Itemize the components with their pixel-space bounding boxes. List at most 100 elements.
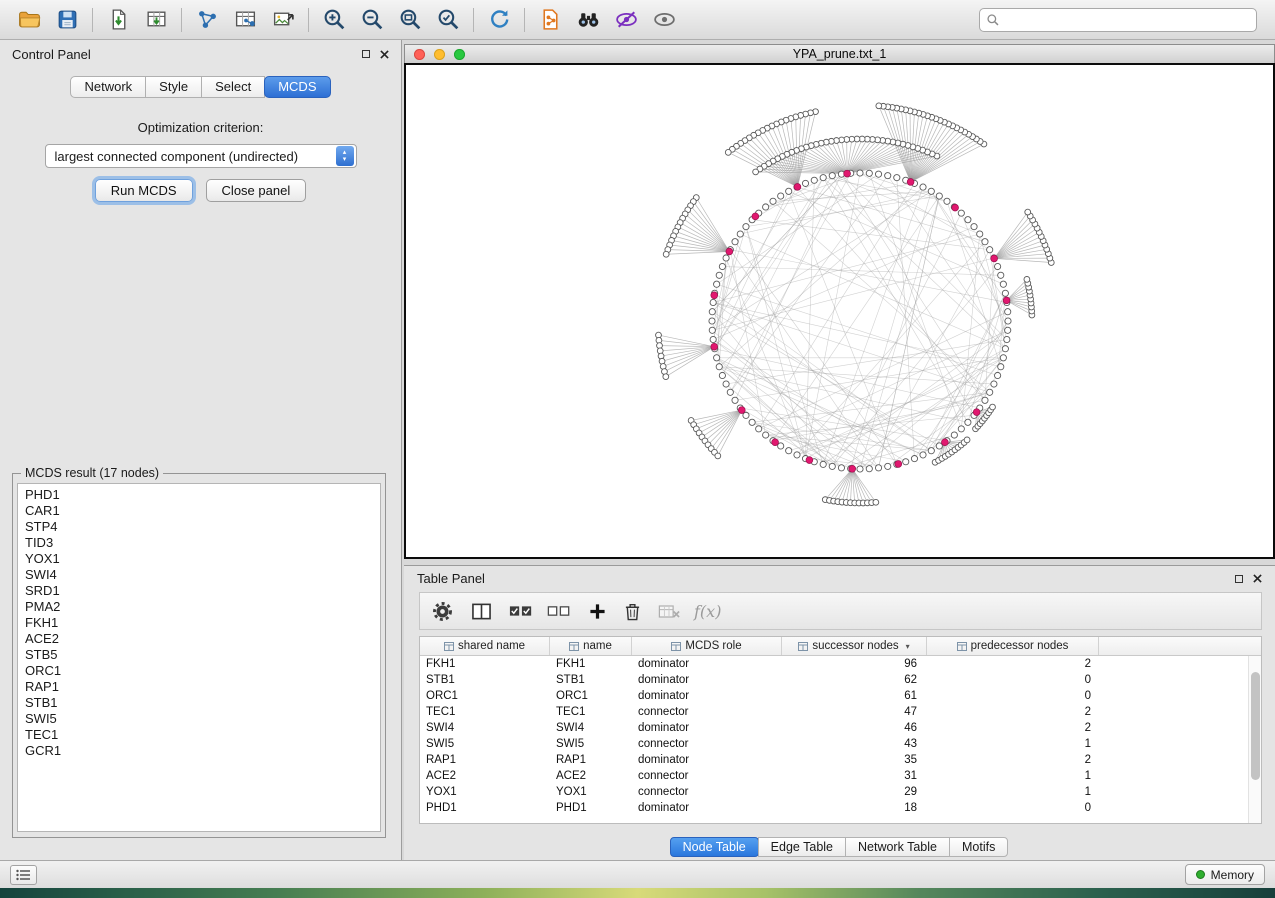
mcds-result-item[interactable]: GCR1 <box>18 743 380 759</box>
table-cell: dominator <box>632 752 782 768</box>
table-row[interactable]: RAP1RAP1dominator352 <box>420 752 1261 768</box>
criterion-value: largest connected component (undirected) <box>55 149 299 164</box>
import-network-database-button[interactable] <box>531 4 569 36</box>
close-panel-icon[interactable] <box>380 50 389 59</box>
hide-details-button[interactable] <box>607 4 645 36</box>
table-row[interactable]: STB1STB1dominator620 <box>420 672 1261 688</box>
close-table-panel-icon[interactable] <box>1253 574 1262 583</box>
column-header-filler <box>1099 637 1261 655</box>
find-button[interactable] <box>569 4 607 36</box>
table-panel-tabs: Node Table Edge Table Network Table Moti… <box>404 837 1275 857</box>
mcds-result-item[interactable]: PHD1 <box>18 487 380 503</box>
table-cell: ACE2 <box>550 768 632 784</box>
run-mcds-button[interactable]: Run MCDS <box>95 179 193 202</box>
table-row[interactable]: SWI4SWI4dominator462 <box>420 720 1261 736</box>
column-header-predecessor-nodes[interactable]: predecessor nodes <box>927 637 1099 655</box>
import-network-from-file-button[interactable] <box>99 4 137 36</box>
mcds-result-item[interactable]: SRD1 <box>18 583 380 599</box>
deselect-all-button[interactable] <box>547 605 571 617</box>
tab-node-table[interactable]: Node Table <box>670 837 759 857</box>
mcds-result-item[interactable]: SWI5 <box>18 711 380 727</box>
float-panel-button[interactable] <box>362 50 370 58</box>
mcds-result-item[interactable]: ACE2 <box>18 631 380 647</box>
search-input[interactable] <box>1000 13 1250 27</box>
mcds-result-item[interactable]: STB5 <box>18 647 380 663</box>
tab-style[interactable]: Style <box>145 76 202 98</box>
table-cell: 61 <box>782 688 927 704</box>
sort-chevron-icon[interactable]: ▾ <box>906 642 910 651</box>
column-header-shared-name[interactable]: shared name <box>420 637 550 655</box>
table-scrollbar[interactable] <box>1248 656 1261 823</box>
workspace: YPA_prune.txt_1 Table Panel <box>402 40 1275 860</box>
mcds-result-item[interactable]: RAP1 <box>18 679 380 695</box>
table-cell: 62 <box>782 672 927 688</box>
zoom-in-button[interactable] <box>315 4 353 36</box>
table-cell: dominator <box>632 720 782 736</box>
tab-edge-table[interactable]: Edge Table <box>758 837 846 857</box>
open-folder-icon <box>17 7 42 32</box>
create-column-button[interactable] <box>589 603 606 620</box>
network-canvas[interactable] <box>404 63 1275 559</box>
tab-select[interactable]: Select <box>201 76 265 98</box>
network-graph[interactable] <box>406 65 1273 557</box>
close-panel-button[interactable]: Close panel <box>206 179 307 202</box>
show-columns-button[interactable] <box>471 602 492 621</box>
tab-motifs[interactable]: Motifs <box>949 837 1008 857</box>
table-row[interactable]: PHD1PHD1dominator180 <box>420 800 1261 816</box>
table-settings-button[interactable] <box>432 601 453 622</box>
new-network-button[interactable] <box>188 4 226 36</box>
mcds-result-item[interactable]: YOX1 <box>18 551 380 567</box>
function-builder-button[interactable]: f(x) <box>694 602 721 621</box>
table-row[interactable]: ORC1ORC1dominator610 <box>420 688 1261 704</box>
column-header-successor-nodes[interactable]: successor nodes ▾ <box>782 637 927 655</box>
delete-column-button[interactable] <box>624 602 641 621</box>
minimize-window-button[interactable] <box>434 49 445 60</box>
refresh-view-button[interactable] <box>480 4 518 36</box>
zoom-fit-button[interactable] <box>391 4 429 36</box>
mcds-result-item[interactable]: FKH1 <box>18 615 380 631</box>
new-table-button[interactable] <box>226 4 264 36</box>
float-table-panel-button[interactable] <box>1235 575 1243 583</box>
scrollbar-thumb[interactable] <box>1251 672 1260 780</box>
table-row[interactable]: TEC1TEC1connector472 <box>420 704 1261 720</box>
mcds-result-item[interactable]: CAR1 <box>18 503 380 519</box>
mcds-result-item[interactable]: SWI4 <box>18 567 380 583</box>
export-image-button[interactable] <box>264 4 302 36</box>
zoom-out-button[interactable] <box>353 4 391 36</box>
table-cell: connector <box>632 736 782 752</box>
mcds-result-item[interactable]: ORC1 <box>18 663 380 679</box>
network-window-titlebar[interactable]: YPA_prune.txt_1 <box>404 44 1275 63</box>
table-cell: ORC1 <box>550 688 632 704</box>
mcds-result-item[interactable]: TID3 <box>18 535 380 551</box>
table-row[interactable]: ACE2ACE2connector311 <box>420 768 1261 784</box>
mcds-result-item[interactable]: TEC1 <box>18 727 380 743</box>
task-history-button[interactable] <box>10 865 37 885</box>
open-file-button[interactable] <box>10 4 48 36</box>
mcds-result-item[interactable]: PMA2 <box>18 599 380 615</box>
maximize-window-button[interactable] <box>454 49 465 60</box>
mcds-result-item[interactable]: STP4 <box>18 519 380 535</box>
memory-button[interactable]: Memory <box>1185 864 1265 885</box>
table-cell: 1 <box>927 784 1099 800</box>
table-cell: 2 <box>927 656 1099 672</box>
zoom-selected-button[interactable] <box>429 4 467 36</box>
table-cell: 2 <box>927 720 1099 736</box>
column-header-name[interactable]: name <box>550 637 632 655</box>
table-header-row: shared name name MCDS role successo <box>420 637 1261 656</box>
delete-table-button[interactable] <box>658 604 680 619</box>
show-details-button[interactable] <box>645 4 683 36</box>
network-table-icon <box>233 7 258 32</box>
tab-mcds[interactable]: MCDS <box>264 76 330 98</box>
tab-network[interactable]: Network <box>70 76 146 98</box>
table-row[interactable]: SWI5SWI5connector431 <box>420 736 1261 752</box>
save-session-button[interactable] <box>48 4 86 36</box>
table-row[interactable]: FKH1FKH1dominator962 <box>420 656 1261 672</box>
mcds-result-item[interactable]: STB1 <box>18 695 380 711</box>
import-table-from-file-button[interactable] <box>137 4 175 36</box>
select-all-button[interactable] <box>509 605 533 617</box>
close-window-button[interactable] <box>414 49 425 60</box>
criterion-select[interactable]: largest connected component (undirected)… <box>45 144 357 168</box>
table-row[interactable]: YOX1YOX1connector291 <box>420 784 1261 800</box>
tab-network-table[interactable]: Network Table <box>845 837 950 857</box>
column-header-mcds-role[interactable]: MCDS role <box>632 637 782 655</box>
